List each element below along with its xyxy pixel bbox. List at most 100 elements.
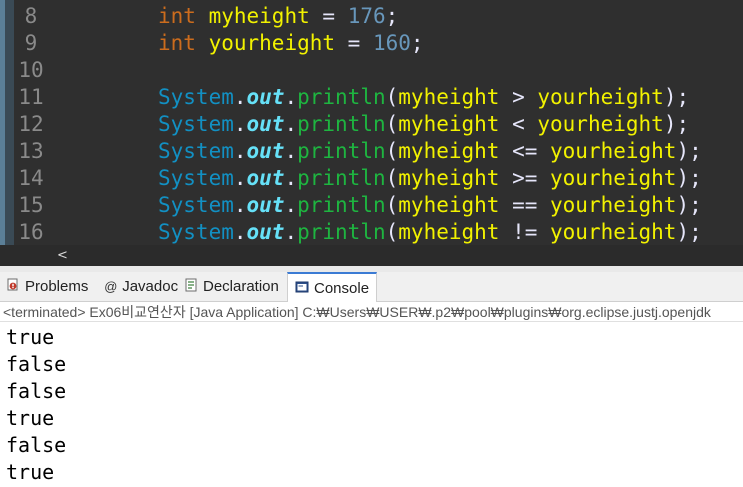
code-token: out bbox=[246, 220, 285, 244]
code-line[interactable]: 9 int yourheight = 160; bbox=[0, 30, 743, 57]
tab-console[interactable]: Console bbox=[287, 272, 378, 302]
code-token: println bbox=[297, 166, 386, 190]
code-token: . bbox=[284, 220, 298, 244]
line-number: 15 bbox=[18, 193, 44, 217]
console-icon bbox=[295, 281, 309, 293]
code-token: println bbox=[297, 112, 386, 136]
code-token: yourheight bbox=[537, 85, 664, 109]
code-token: myheight bbox=[208, 4, 310, 28]
code-line[interactable]: 12 System.out.println(myheight < yourheig… bbox=[0, 111, 743, 138]
line-number: 12 bbox=[18, 112, 44, 136]
code-token: . bbox=[233, 166, 247, 190]
tab-declaration[interactable]: Declaration bbox=[184, 272, 279, 301]
problems-icon bbox=[7, 278, 18, 291]
line-number: 10 bbox=[18, 58, 44, 82]
code-token: ); bbox=[676, 139, 702, 163]
code-token: = bbox=[309, 4, 348, 28]
code-token: ( bbox=[385, 112, 399, 136]
code-token: yourheight bbox=[550, 166, 677, 190]
code-token: int bbox=[158, 4, 196, 28]
horizontal-scrollbar[interactable]: < bbox=[0, 245, 743, 266]
code-token: . bbox=[233, 220, 247, 244]
code-token: >= bbox=[499, 166, 551, 190]
line-number: 8 bbox=[24, 4, 38, 28]
code-token: myheight bbox=[398, 220, 500, 244]
code-token: myheight bbox=[398, 166, 500, 190]
code-text: System.out.println(myheight < yourheight… bbox=[158, 111, 689, 138]
console-output-line: true bbox=[6, 325, 55, 349]
code-token: out bbox=[246, 112, 285, 136]
code-token: != bbox=[499, 220, 551, 244]
line-number: 9 bbox=[24, 31, 38, 55]
code-token: yourheight bbox=[550, 139, 677, 163]
code-token: 176 bbox=[347, 4, 386, 28]
code-token: <= bbox=[499, 139, 551, 163]
code-token: println bbox=[297, 193, 386, 217]
code-token: System bbox=[158, 193, 234, 217]
tab-declaration-label: Declaration bbox=[203, 278, 279, 295]
code-token: . bbox=[284, 85, 298, 109]
code-token: System bbox=[158, 220, 234, 244]
code-token: ); bbox=[676, 193, 702, 217]
code-token: myheight bbox=[398, 139, 500, 163]
console-output-line: false bbox=[6, 379, 67, 403]
code-token: println bbox=[297, 85, 386, 109]
code-line[interactable]: 11 System.out.println(myheight > yourheig… bbox=[0, 84, 743, 111]
code-editor[interactable]: 8 int myheight = 176; 9 int yourheight = 16… bbox=[0, 0, 743, 245]
code-token: . bbox=[233, 85, 247, 109]
code-line[interactable]: 14 System.out.println(myheight >= yourhei… bbox=[0, 165, 743, 192]
code-token: . bbox=[233, 139, 247, 163]
code-token: . bbox=[284, 193, 298, 217]
tab-javadoc[interactable]: @ Javadoc bbox=[104, 272, 178, 301]
code-token: System bbox=[158, 166, 234, 190]
code-token: out bbox=[246, 85, 285, 109]
tab-problems[interactable]: Problems bbox=[6, 272, 88, 301]
code-text: System.out.println(myheight > yourheight… bbox=[158, 84, 689, 111]
code-token: ); bbox=[663, 112, 690, 136]
code-token: out bbox=[246, 193, 285, 217]
tab-problems-label: Problems bbox=[25, 278, 89, 295]
code-token: == bbox=[499, 193, 551, 217]
code-line[interactable]: 15 System.out.println(myheight == yourhei… bbox=[0, 192, 743, 219]
code-text: System.out.println(myheight != yourheigh… bbox=[158, 219, 702, 245]
code-line[interactable]: 16 System.out.println(myheight != yourhei… bbox=[0, 219, 743, 245]
code-token: out bbox=[246, 166, 285, 190]
code-text: System.out.println(myheight <= yourheigh… bbox=[158, 138, 702, 165]
code-token: ( bbox=[385, 85, 399, 109]
view-tab-bar: Problems @ Javadoc Declaration Console bbox=[0, 272, 743, 302]
code-token: yourheight bbox=[550, 220, 677, 244]
code-text: System.out.println(myheight >= yourheigh… bbox=[158, 165, 702, 192]
code-line[interactable]: 8 int myheight = 176; bbox=[0, 3, 743, 30]
code-line[interactable]: 10 bbox=[0, 57, 743, 84]
code-token: = bbox=[335, 31, 373, 55]
console-output[interactable]: true false false true false true bbox=[0, 323, 743, 487]
code-token: ); bbox=[676, 220, 702, 244]
code-token: yourheight bbox=[208, 31, 336, 55]
code-token: ( bbox=[385, 139, 399, 163]
code-token: 160 bbox=[372, 31, 411, 55]
code-token: . bbox=[284, 139, 298, 163]
code-token: . bbox=[233, 193, 247, 217]
console-output-line: false bbox=[6, 433, 67, 457]
code-token: ); bbox=[663, 85, 690, 109]
code-token: ; bbox=[410, 31, 424, 55]
scroll-left-arrow-icon[interactable]: < bbox=[57, 245, 69, 266]
code-token: yourheight bbox=[550, 193, 677, 217]
code-token: myheight bbox=[398, 85, 500, 109]
code-token: println bbox=[297, 220, 386, 244]
code-token: . bbox=[233, 112, 247, 136]
code-text: int myheight = 176; bbox=[158, 3, 398, 30]
code-token: ; bbox=[385, 4, 399, 28]
code-token: ( bbox=[385, 166, 399, 190]
tab-javadoc-label: Javadoc bbox=[122, 278, 179, 295]
console-status-line: <terminated> Ex06비교연산자 [Java Application… bbox=[0, 302, 743, 322]
code-token: > bbox=[499, 85, 538, 109]
at-icon: @ bbox=[104, 279, 118, 294]
declaration-icon bbox=[185, 278, 197, 292]
code-line[interactable]: 13 System.out.println(myheight <= yourhei… bbox=[0, 138, 743, 165]
code-token: yourheight bbox=[537, 112, 664, 136]
code-token: System bbox=[158, 85, 234, 109]
code-text: System.out.println(myheight == yourheigh… bbox=[158, 192, 702, 219]
